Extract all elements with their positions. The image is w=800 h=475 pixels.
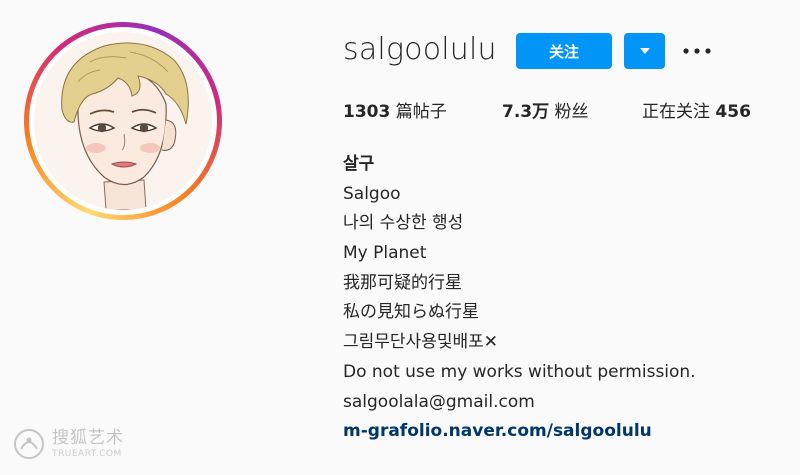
followers-label: 粉丝: [554, 102, 589, 122]
posts-label: 篇帖子: [395, 102, 447, 122]
more-options-button[interactable]: [680, 38, 714, 64]
bio-full-name: 살구: [343, 154, 375, 174]
bio-line: 나의 수상한 행성: [343, 213, 464, 234]
bio-line: 私の見知らぬ行星: [343, 302, 479, 323]
more-options-icon: [683, 48, 711, 54]
watermark: 搜狐艺术 TRUEART.COM: [12, 420, 124, 468]
avatar-illustration: [34, 32, 212, 210]
bio-line-text: 그림무단사용및배포: [343, 332, 484, 353]
bio-email: salgoolala@gmail.com: [343, 391, 535, 412]
posts-count: 1303: [343, 102, 391, 122]
follow-button[interactable]: 关注: [516, 33, 612, 69]
bio-external-link[interactable]: m-grafolio.naver.com/salgoolulu: [343, 421, 652, 441]
username: salgoolulu: [343, 32, 497, 67]
profile-page: salgoolulu 关注 1303 篇帖子 7.3万 粉丝 正在关注 456 …: [0, 0, 800, 475]
following-count: 456: [715, 102, 751, 122]
cross-mark-icon: ✕: [483, 332, 499, 353]
avatar-story-ring[interactable]: [24, 22, 222, 220]
bio-line: Do not use my works without permission.: [343, 361, 696, 382]
posts-stat: 1303 篇帖子: [343, 99, 447, 125]
watermark-text: 搜狐艺术: [52, 427, 124, 448]
avatar[interactable]: [34, 32, 212, 210]
followers-count: 7.3万: [502, 102, 550, 122]
watermark-logo-icon: [14, 429, 44, 459]
bio-line: Salgoo: [343, 183, 401, 204]
watermark-subtext: TRUEART.COM: [52, 448, 122, 459]
following-label: 正在关注: [642, 102, 710, 122]
followers-stat[interactable]: 7.3万 粉丝: [502, 99, 589, 125]
suggestions-dropdown-button[interactable]: [624, 33, 665, 69]
bio-line-with-mark: 그림무단사용및배포✕: [343, 328, 696, 358]
bio: 살구 Salgoo 나의 수상한 행성 My Planet 我那可疑的行星 私の…: [343, 150, 696, 447]
bio-line: 我那可疑的行星: [343, 272, 462, 293]
caret-down-icon: [639, 48, 650, 54]
bio-line: My Planet: [343, 243, 427, 264]
following-stat[interactable]: 正在关注 456: [642, 99, 751, 125]
